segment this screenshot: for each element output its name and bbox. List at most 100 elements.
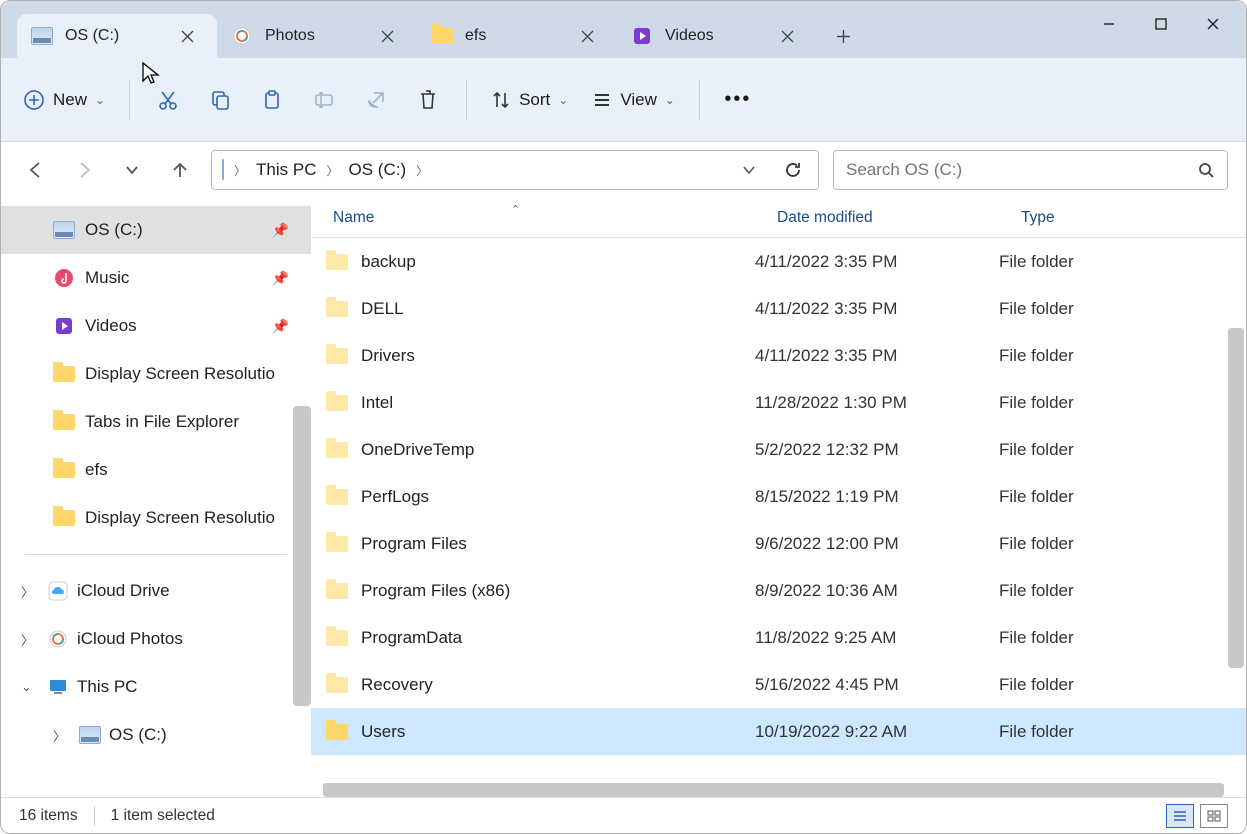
file-name: Recovery xyxy=(361,675,755,695)
search-icon[interactable] xyxy=(1198,162,1215,179)
close-icon[interactable] xyxy=(573,22,601,50)
sidebar-item[interactable]: Display Screen Resolutio xyxy=(1,350,311,398)
scrollbar[interactable] xyxy=(293,406,311,706)
chevron-down-icon: ⌄ xyxy=(95,93,105,107)
column-name[interactable]: Name ⌃ xyxy=(311,209,755,227)
tab-os-c[interactable]: OS (C:) xyxy=(17,14,217,58)
up-button[interactable] xyxy=(163,153,197,187)
photos-icon xyxy=(231,25,253,47)
main-area: OS (C:) 📌 Music 📌 Videos 📌 Display Scree… xyxy=(1,198,1246,797)
view-button[interactable]: View ⌄ xyxy=(582,76,685,124)
file-date: 9/6/2022 12:00 PM xyxy=(755,534,999,554)
horizontal-scrollbar[interactable] xyxy=(323,783,1224,797)
file-type: File folder xyxy=(999,581,1246,601)
tree-item[interactable]: 〉 iCloud Photos xyxy=(1,615,311,663)
expander-icon[interactable]: ⌄ xyxy=(21,679,39,695)
chevron-right-icon[interactable]: 〉 xyxy=(416,162,428,179)
sidebar-item[interactable]: OS (C:) 📌 xyxy=(1,206,311,254)
file-type: File folder xyxy=(999,534,1246,554)
delete-button[interactable] xyxy=(404,76,452,124)
folder-icon xyxy=(323,630,351,646)
file-name: Program Files xyxy=(361,534,755,554)
refresh-button[interactable] xyxy=(776,153,810,187)
file-row[interactable]: backup 4/11/2022 3:35 PM File folder xyxy=(311,238,1246,285)
file-name: Program Files (x86) xyxy=(361,581,755,601)
minimize-button[interactable] xyxy=(1084,5,1134,43)
file-name: backup xyxy=(361,252,755,272)
new-button[interactable]: New ⌄ xyxy=(13,76,115,124)
tab-title: efs xyxy=(465,27,573,45)
breadcrumb-this-pc[interactable]: This PC xyxy=(256,160,316,180)
file-type: File folder xyxy=(999,675,1246,695)
tree-item[interactable]: 〉 iCloud Drive xyxy=(1,567,311,615)
paste-button[interactable] xyxy=(248,76,296,124)
search-box[interactable] xyxy=(833,150,1228,190)
pin-icon: 📌 xyxy=(272,318,289,335)
photos-icon xyxy=(47,628,69,650)
address-bar-row: 〉 This PC 〉 OS (C:) 〉 xyxy=(1,142,1246,198)
file-row[interactable]: PerfLogs 8/15/2022 1:19 PM File folder xyxy=(311,473,1246,520)
forward-button[interactable] xyxy=(67,153,101,187)
expander-icon[interactable]: 〉 xyxy=(21,582,39,601)
thumbnails-view-button[interactable] xyxy=(1200,804,1228,828)
file-date: 8/9/2022 10:36 AM xyxy=(755,581,999,601)
tab-photos[interactable]: Photos xyxy=(217,14,417,58)
tab-efs[interactable]: efs xyxy=(417,14,617,58)
more-button[interactable]: ••• xyxy=(714,76,762,124)
cut-button[interactable] xyxy=(144,76,192,124)
back-button[interactable] xyxy=(19,153,53,187)
copy-button[interactable] xyxy=(196,76,244,124)
tab-videos[interactable]: Videos xyxy=(617,14,817,58)
file-row[interactable]: ProgramData 11/8/2022 9:25 AM File folde… xyxy=(311,614,1246,661)
sort-button[interactable]: Sort ⌄ xyxy=(481,76,578,124)
address-dropdown[interactable] xyxy=(732,153,766,187)
sidebar-item[interactable]: efs xyxy=(1,446,311,494)
file-name: Users xyxy=(361,722,755,742)
file-row[interactable]: OneDriveTemp 5/2/2022 12:32 PM File fold… xyxy=(311,426,1246,473)
file-row[interactable]: Users 10/19/2022 9:22 AM File folder xyxy=(311,708,1246,755)
scrollbar[interactable] xyxy=(1228,328,1244,668)
file-row[interactable]: Program Files (x86) 8/9/2022 10:36 AM Fi… xyxy=(311,567,1246,614)
close-icon[interactable] xyxy=(773,22,801,50)
file-row[interactable]: Drivers 4/11/2022 3:35 PM File folder xyxy=(311,332,1246,379)
file-row[interactable]: Recovery 5/16/2022 4:45 PM File folder xyxy=(311,661,1246,708)
sidebar-item[interactable]: Display Screen Resolutio xyxy=(1,494,311,542)
column-type[interactable]: Type xyxy=(999,209,1246,227)
view-label: View xyxy=(620,90,657,110)
file-type: File folder xyxy=(999,628,1246,648)
search-input[interactable] xyxy=(846,160,1198,180)
folder-icon xyxy=(323,677,351,693)
sidebar-item[interactable]: Music 📌 xyxy=(1,254,311,302)
file-row[interactable]: Program Files 9/6/2022 12:00 PM File fol… xyxy=(311,520,1246,567)
chevron-right-icon[interactable]: 〉 xyxy=(326,162,338,179)
expander-icon[interactable]: 〉 xyxy=(21,630,39,649)
recent-button[interactable] xyxy=(115,153,149,187)
file-row[interactable]: DELL 4/11/2022 3:35 PM File folder xyxy=(311,285,1246,332)
tree-item[interactable]: ⌄ This PC xyxy=(1,663,311,711)
pc-icon xyxy=(47,676,69,698)
close-icon[interactable] xyxy=(173,22,201,50)
file-date: 10/19/2022 9:22 AM xyxy=(755,722,999,742)
status-item-count: 16 items xyxy=(19,807,78,825)
address-bar[interactable]: 〉 This PC 〉 OS (C:) 〉 xyxy=(211,150,819,190)
breadcrumb-os-c[interactable]: OS (C:) xyxy=(349,160,407,180)
close-window-button[interactable] xyxy=(1188,5,1238,43)
file-row[interactable]: Intel 11/28/2022 1:30 PM File folder xyxy=(311,379,1246,426)
videos-icon xyxy=(53,315,75,337)
sidebar-item[interactable]: Tabs in File Explorer xyxy=(1,398,311,446)
tree-item[interactable]: 〉 OS (C:) xyxy=(1,711,311,759)
details-view-button[interactable] xyxy=(1166,804,1194,828)
close-icon[interactable] xyxy=(373,22,401,50)
rename-button[interactable] xyxy=(300,76,348,124)
share-button[interactable] xyxy=(352,76,400,124)
maximize-button[interactable] xyxy=(1136,5,1186,43)
expander-icon[interactable]: 〉 xyxy=(53,726,71,745)
column-date-modified[interactable]: Date modified xyxy=(755,209,999,227)
sidebar-item-label: Tabs in File Explorer xyxy=(85,412,239,432)
sidebar-item[interactable]: Videos 📌 xyxy=(1,302,311,350)
chevron-down-icon: ⌄ xyxy=(665,93,675,107)
add-tab-button[interactable] xyxy=(823,16,863,56)
folder-icon xyxy=(53,363,75,385)
chevron-right-icon[interactable]: 〉 xyxy=(234,162,246,179)
tab-title: Videos xyxy=(665,27,773,45)
